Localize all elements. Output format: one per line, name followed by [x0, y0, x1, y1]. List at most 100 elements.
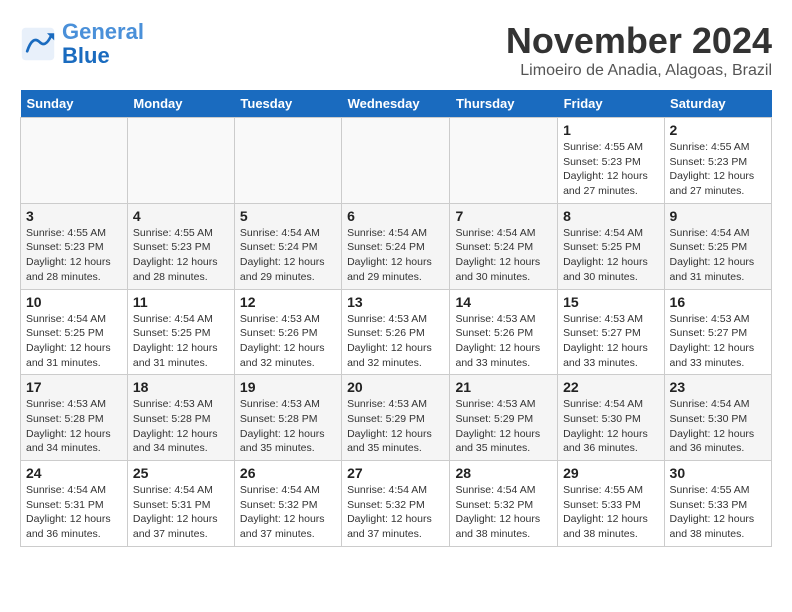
day-info: Sunrise: 4:55 AM Sunset: 5:23 PM Dayligh…	[133, 226, 229, 285]
day-number: 23	[670, 379, 766, 395]
day-info: Sunrise: 4:54 AM Sunset: 5:24 PM Dayligh…	[455, 226, 552, 285]
calendar-week-row: 1 Sunrise: 4:55 AM Sunset: 5:23 PM Daylig…	[21, 118, 772, 204]
day-info: Sunrise: 4:54 AM Sunset: 5:25 PM Dayligh…	[670, 226, 766, 285]
logo-general: General	[62, 19, 144, 44]
day-number: 8	[563, 208, 658, 224]
calendar-cell: 25 Sunrise: 4:54 AM Sunset: 5:31 PM Dayli…	[127, 461, 234, 547]
day-info: Sunrise: 4:53 AM Sunset: 5:26 PM Dayligh…	[347, 312, 444, 371]
logo: General Blue	[20, 20, 144, 68]
day-info: Sunrise: 4:54 AM Sunset: 5:30 PM Dayligh…	[670, 397, 766, 456]
day-info: Sunrise: 4:53 AM Sunset: 5:26 PM Dayligh…	[455, 312, 552, 371]
day-info: Sunrise: 4:55 AM Sunset: 5:33 PM Dayligh…	[670, 483, 766, 542]
calendar-week-row: 3 Sunrise: 4:55 AM Sunset: 5:23 PM Daylig…	[21, 203, 772, 289]
weekday-header: Sunday	[21, 90, 128, 118]
day-number: 3	[26, 208, 122, 224]
day-info: Sunrise: 4:54 AM Sunset: 5:25 PM Dayligh…	[26, 312, 122, 371]
day-info: Sunrise: 4:54 AM Sunset: 5:25 PM Dayligh…	[133, 312, 229, 371]
calendar-cell: 20Sunrise: 4:53 AM Sunset: 5:29 PM Dayli…	[342, 375, 450, 461]
calendar-cell: 7 Sunrise: 4:54 AM Sunset: 5:24 PM Daylig…	[450, 203, 558, 289]
day-number: 1	[563, 122, 658, 138]
day-number: 22	[563, 379, 658, 395]
calendar-cell	[21, 118, 128, 204]
day-info: Sunrise: 4:55 AM Sunset: 5:23 PM Dayligh…	[563, 140, 658, 199]
day-info: Sunrise: 4:54 AM Sunset: 5:32 PM Dayligh…	[240, 483, 336, 542]
logo-blue: Blue	[62, 43, 110, 68]
calendar-cell: 1 Sunrise: 4:55 AM Sunset: 5:23 PM Daylig…	[558, 118, 664, 204]
calendar-cell: 9Sunrise: 4:54 AM Sunset: 5:25 PM Daylig…	[664, 203, 771, 289]
calendar-cell: 15 Sunrise: 4:53 AM Sunset: 5:27 PM Dayli…	[558, 289, 664, 375]
calendar-cell: 14 Sunrise: 4:53 AM Sunset: 5:26 PM Dayli…	[450, 289, 558, 375]
day-number: 14	[455, 294, 552, 310]
day-number: 6	[347, 208, 444, 224]
day-number: 21	[455, 379, 552, 395]
calendar-cell: 5 Sunrise: 4:54 AM Sunset: 5:24 PM Daylig…	[234, 203, 341, 289]
day-number: 18	[133, 379, 229, 395]
weekday-header: Tuesday	[234, 90, 341, 118]
calendar-week-row: 17 Sunrise: 4:53 AM Sunset: 5:28 PM Dayli…	[21, 375, 772, 461]
day-number: 19	[240, 379, 336, 395]
day-number: 7	[455, 208, 552, 224]
weekday-header: Monday	[127, 90, 234, 118]
day-number: 20	[347, 379, 444, 395]
day-info: Sunrise: 4:55 AM Sunset: 5:23 PM Dayligh…	[26, 226, 122, 285]
day-info: Sunrise: 4:55 AM Sunset: 5:23 PM Dayligh…	[670, 140, 766, 199]
day-info: Sunrise: 4:54 AM Sunset: 5:32 PM Dayligh…	[455, 483, 552, 542]
calendar-cell: 21Sunrise: 4:53 AM Sunset: 5:29 PM Dayli…	[450, 375, 558, 461]
calendar-header-row: SundayMondayTuesdayWednesdayThursdayFrid…	[21, 90, 772, 118]
calendar-cell: 24Sunrise: 4:54 AM Sunset: 5:31 PM Dayli…	[21, 461, 128, 547]
calendar-cell: 23 Sunrise: 4:54 AM Sunset: 5:30 PM Dayli…	[664, 375, 771, 461]
day-number: 24	[26, 465, 122, 481]
day-number: 15	[563, 294, 658, 310]
day-number: 27	[347, 465, 444, 481]
day-info: Sunrise: 4:53 AM Sunset: 5:28 PM Dayligh…	[240, 397, 336, 456]
day-info: Sunrise: 4:55 AM Sunset: 5:33 PM Dayligh…	[563, 483, 658, 542]
weekday-header: Saturday	[664, 90, 771, 118]
title-block: November 2024 Limoeiro de Anadia, Alagoa…	[506, 20, 772, 80]
calendar-cell: 27 Sunrise: 4:54 AM Sunset: 5:32 PM Dayli…	[342, 461, 450, 547]
day-number: 25	[133, 465, 229, 481]
month-title: November 2024	[506, 20, 772, 62]
day-number: 5	[240, 208, 336, 224]
day-info: Sunrise: 4:54 AM Sunset: 5:25 PM Dayligh…	[563, 226, 658, 285]
day-info: Sunrise: 4:54 AM Sunset: 5:32 PM Dayligh…	[347, 483, 444, 542]
calendar-cell: 3 Sunrise: 4:55 AM Sunset: 5:23 PM Daylig…	[21, 203, 128, 289]
calendar-cell: 11 Sunrise: 4:54 AM Sunset: 5:25 PM Dayli…	[127, 289, 234, 375]
day-info: Sunrise: 4:53 AM Sunset: 5:26 PM Dayligh…	[240, 312, 336, 371]
day-number: 17	[26, 379, 122, 395]
day-info: Sunrise: 4:54 AM Sunset: 5:24 PM Dayligh…	[240, 226, 336, 285]
calendar-cell: 22 Sunrise: 4:54 AM Sunset: 5:30 PM Dayli…	[558, 375, 664, 461]
calendar-week-row: 10 Sunrise: 4:54 AM Sunset: 5:25 PM Dayli…	[21, 289, 772, 375]
calendar-cell: 29 Sunrise: 4:55 AM Sunset: 5:33 PM Dayli…	[558, 461, 664, 547]
calendar-cell: 6 Sunrise: 4:54 AM Sunset: 5:24 PM Daylig…	[342, 203, 450, 289]
day-info: Sunrise: 4:53 AM Sunset: 5:27 PM Dayligh…	[670, 312, 766, 371]
calendar-cell: 12 Sunrise: 4:53 AM Sunset: 5:26 PM Dayli…	[234, 289, 341, 375]
day-info: Sunrise: 4:54 AM Sunset: 5:24 PM Dayligh…	[347, 226, 444, 285]
day-number: 12	[240, 294, 336, 310]
day-number: 28	[455, 465, 552, 481]
calendar-cell	[234, 118, 341, 204]
calendar-cell: 30Sunrise: 4:55 AM Sunset: 5:33 PM Dayli…	[664, 461, 771, 547]
calendar-table: SundayMondayTuesdayWednesdayThursdayFrid…	[20, 90, 772, 547]
logo-icon	[20, 26, 56, 62]
day-number: 2	[670, 122, 766, 138]
day-number: 26	[240, 465, 336, 481]
day-info: Sunrise: 4:54 AM Sunset: 5:31 PM Dayligh…	[133, 483, 229, 542]
calendar-cell	[127, 118, 234, 204]
calendar-cell: 2 Sunrise: 4:55 AM Sunset: 5:23 PM Daylig…	[664, 118, 771, 204]
calendar-cell: 17 Sunrise: 4:53 AM Sunset: 5:28 PM Dayli…	[21, 375, 128, 461]
day-number: 29	[563, 465, 658, 481]
weekday-header: Thursday	[450, 90, 558, 118]
day-info: Sunrise: 4:54 AM Sunset: 5:30 PM Dayligh…	[563, 397, 658, 456]
calendar-cell: 13Sunrise: 4:53 AM Sunset: 5:26 PM Dayli…	[342, 289, 450, 375]
calendar-cell: 4 Sunrise: 4:55 AM Sunset: 5:23 PM Daylig…	[127, 203, 234, 289]
calendar-cell: 10 Sunrise: 4:54 AM Sunset: 5:25 PM Dayli…	[21, 289, 128, 375]
day-info: Sunrise: 4:53 AM Sunset: 5:27 PM Dayligh…	[563, 312, 658, 371]
day-info: Sunrise: 4:53 AM Sunset: 5:28 PM Dayligh…	[26, 397, 122, 456]
day-number: 10	[26, 294, 122, 310]
logo-text: General Blue	[62, 20, 144, 68]
day-info: Sunrise: 4:53 AM Sunset: 5:28 PM Dayligh…	[133, 397, 229, 456]
day-number: 4	[133, 208, 229, 224]
page-header: General Blue November 2024 Limoeiro de A…	[20, 20, 772, 80]
day-number: 11	[133, 294, 229, 310]
calendar-cell: 28 Sunrise: 4:54 AM Sunset: 5:32 PM Dayli…	[450, 461, 558, 547]
